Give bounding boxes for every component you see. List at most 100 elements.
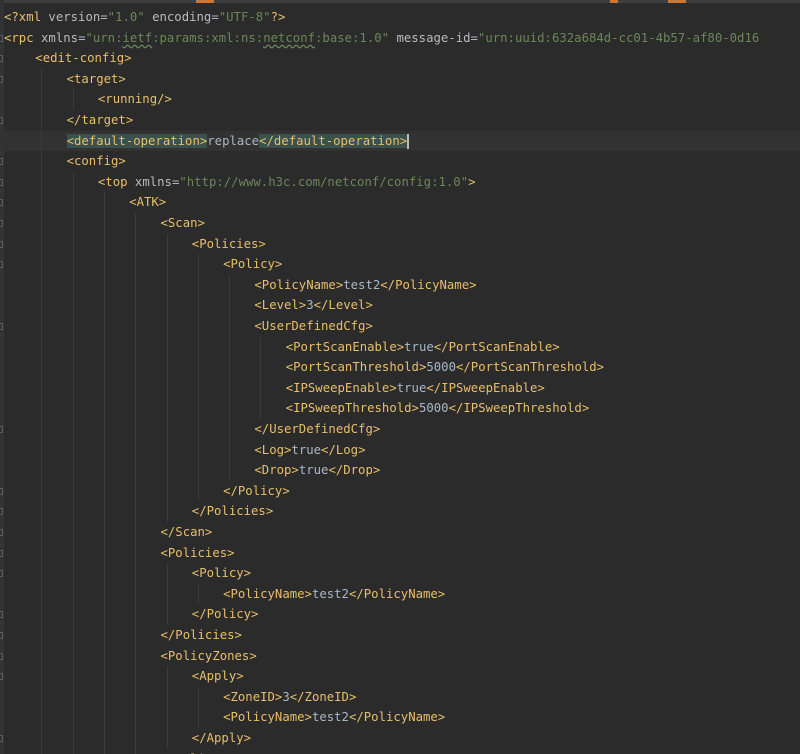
xml-attribute-value: :params:xml:ns: (152, 30, 264, 45)
fold-marker-icon[interactable] (0, 75, 3, 83)
code-line[interactable]: <PortScanEnable>true</PortScanEnable> (4, 337, 560, 358)
xml-text-content: test2 (311, 710, 349, 725)
xml-tag: </Scan> (160, 525, 213, 539)
xml-text-content: replace (207, 133, 260, 148)
code-line[interactable]: <PolicyName>test2</PolicyName> (4, 707, 445, 728)
xml-file-tab-icon[interactable] (196, 0, 214, 3)
code-line[interactable]: <target> (4, 69, 126, 90)
fold-end-marker-icon[interactable] (0, 487, 3, 495)
xml-attribute-value: "urn:uuid:632a684d-cc01-4b57-af80-0d16 (477, 30, 760, 45)
fold-marker-icon[interactable] (0, 158, 3, 166)
xml-tag: <PolicyName> (223, 586, 312, 601)
fold-end-marker-icon[interactable] (0, 611, 3, 619)
fold-marker-icon[interactable] (0, 570, 3, 578)
code-line[interactable]: <IPSweepThreshold>5000</IPSweepThreshold… (4, 398, 590, 419)
code-line[interactable]: <default-operation>replace</default-oper… (4, 131, 410, 152)
code-line[interactable]: <running/> (4, 89, 172, 110)
xml-attribute-value: "1.0" (107, 10, 145, 24)
xml-tag: <target> (66, 71, 126, 86)
xml-tag: <running/> (97, 92, 172, 107)
code-line[interactable]: <Level>3</Level> (4, 295, 373, 316)
xml-tag: </Level> (313, 298, 373, 313)
code-line[interactable]: </Policy> (4, 481, 290, 502)
code-line[interactable]: </Apply> (4, 728, 251, 749)
xml-tag: </IPSweepEnable> (426, 380, 545, 395)
code-line[interactable]: </target> (4, 110, 134, 131)
fold-end-marker-icon[interactable] (0, 508, 3, 516)
xml-tag-matched: </default-operation> (259, 133, 408, 148)
code-line[interactable]: <rpc xmlns = "urn:ietf:params:xml:ns:netco… (4, 28, 759, 49)
fold-marker-icon[interactable] (0, 673, 3, 681)
xml-tag: <Log> (254, 442, 292, 457)
xml-tag: </Log> (321, 442, 366, 457)
code-line[interactable]: <PolicyName>test2</PolicyName> (4, 275, 477, 296)
code-line[interactable]: <Drop>true</Drop> (4, 460, 380, 481)
fold-marker-icon[interactable] (0, 199, 3, 207)
code-line[interactable]: </Scan> (4, 522, 213, 543)
xml-text-content: test2 (343, 277, 381, 292)
code-line[interactable]: <Scan> (4, 213, 205, 234)
fold-marker-icon[interactable] (0, 549, 3, 557)
fold-end-marker-icon[interactable] (0, 632, 3, 639)
xml-attribute-value: "urn: (85, 30, 123, 45)
fold-marker-icon[interactable] (0, 34, 3, 42)
fold-end-marker-icon[interactable] (0, 117, 3, 124)
code-line[interactable]: <Policies> (4, 543, 235, 564)
xml-tag: </PolicyName> (380, 277, 477, 292)
code-line[interactable]: <PolicyZones> (4, 646, 257, 667)
code-editor[interactable]: <?xml version="1.0" encoding="UTF-8"?> <r… (0, 0, 800, 754)
fold-marker-icon[interactable] (0, 55, 3, 63)
fold-marker-icon[interactable] (0, 652, 3, 660)
code-line[interactable]: <ZoneID>3</ZoneID> (4, 687, 356, 708)
xml-attribute-value: "http://www.h3c.com/netconf/config:1.0" (179, 174, 469, 189)
code-line[interactable]: <Apply> (4, 666, 244, 687)
code-line[interactable]: <config> (4, 151, 126, 172)
fold-marker-icon[interactable] (0, 261, 3, 269)
code-line[interactable]: <UserDefinedCfg> (4, 316, 372, 337)
code-line[interactable]: <Policy> (4, 254, 282, 275)
code-line[interactable]: </Policy> (4, 604, 259, 625)
editor-tab-strip[interactable] (0, 0, 800, 3)
code-line[interactable]: <Log>true</Log> (4, 440, 365, 461)
xml-text-content: test2 (311, 586, 349, 601)
fold-end-marker-icon[interactable] (0, 529, 3, 536)
xml-text-content: true (291, 442, 322, 457)
xml-tag: </PortScanEnable> (433, 339, 560, 354)
xml-text-content (145, 10, 152, 24)
xml-tag: <Apply> (191, 669, 244, 684)
code-line[interactable]: <Policy> (4, 563, 251, 584)
xml-declaration: ?> (270, 10, 286, 24)
code-line[interactable]: <PortScanThreshold>5000</PortScanThresho… (4, 357, 604, 378)
fold-marker-icon[interactable] (0, 323, 3, 330)
code-line[interactable]: </UserDefinedCfg> (4, 419, 380, 440)
fold-marker-icon[interactable] (0, 240, 3, 248)
xml-tag: <edit-config> (35, 51, 132, 66)
fold-marker-icon[interactable] (0, 220, 3, 227)
code-line[interactable]: <?xml version="1.0" encoding="UTF-8"?> (4, 7, 285, 28)
xml-text-content: true (396, 380, 427, 395)
fold-marker-icon[interactable] (0, 178, 3, 186)
xml-tag: </Policies> (191, 504, 274, 519)
xml-tag: <IPSweepThreshold> (285, 401, 419, 416)
xml-tag: <PortScanEnable> (285, 339, 405, 354)
xml-tag: <ATK> (129, 195, 167, 210)
code-line[interactable]: <IPSweepEnable>true</IPSweepEnable> (4, 378, 545, 399)
code-line[interactable]: <top xmlns="http://www.h3c.com/netconf/c… (4, 172, 476, 193)
xml-tag: </target> (66, 113, 134, 127)
fold-end-marker-icon[interactable] (0, 426, 3, 433)
xml-text-content: = (100, 10, 108, 24)
xml-tag: </Apply> (191, 731, 252, 745)
file-tab-icon[interactable] (610, 0, 618, 3)
code-line[interactable]: <edit-config> (4, 48, 132, 69)
code-line[interactable]: </Policies> (4, 625, 242, 646)
code-line[interactable]: <ATK> (4, 192, 166, 213)
fold-end-marker-icon[interactable] (0, 735, 3, 742)
code-line[interactable]: <Policies> (4, 234, 266, 255)
code-line[interactable]: </Policies> (4, 501, 273, 522)
code-line[interactable]: <PolicyName>test2</PolicyName> (4, 584, 445, 605)
xml-tag: <Policy> (223, 257, 283, 272)
file-tab-icon[interactable] (668, 0, 686, 3)
xml-tag-matched: <default-operation> (66, 133, 208, 148)
code-line[interactable]: </PolicyZones> (4, 749, 265, 754)
xml-tag: </Policy> (191, 607, 259, 622)
